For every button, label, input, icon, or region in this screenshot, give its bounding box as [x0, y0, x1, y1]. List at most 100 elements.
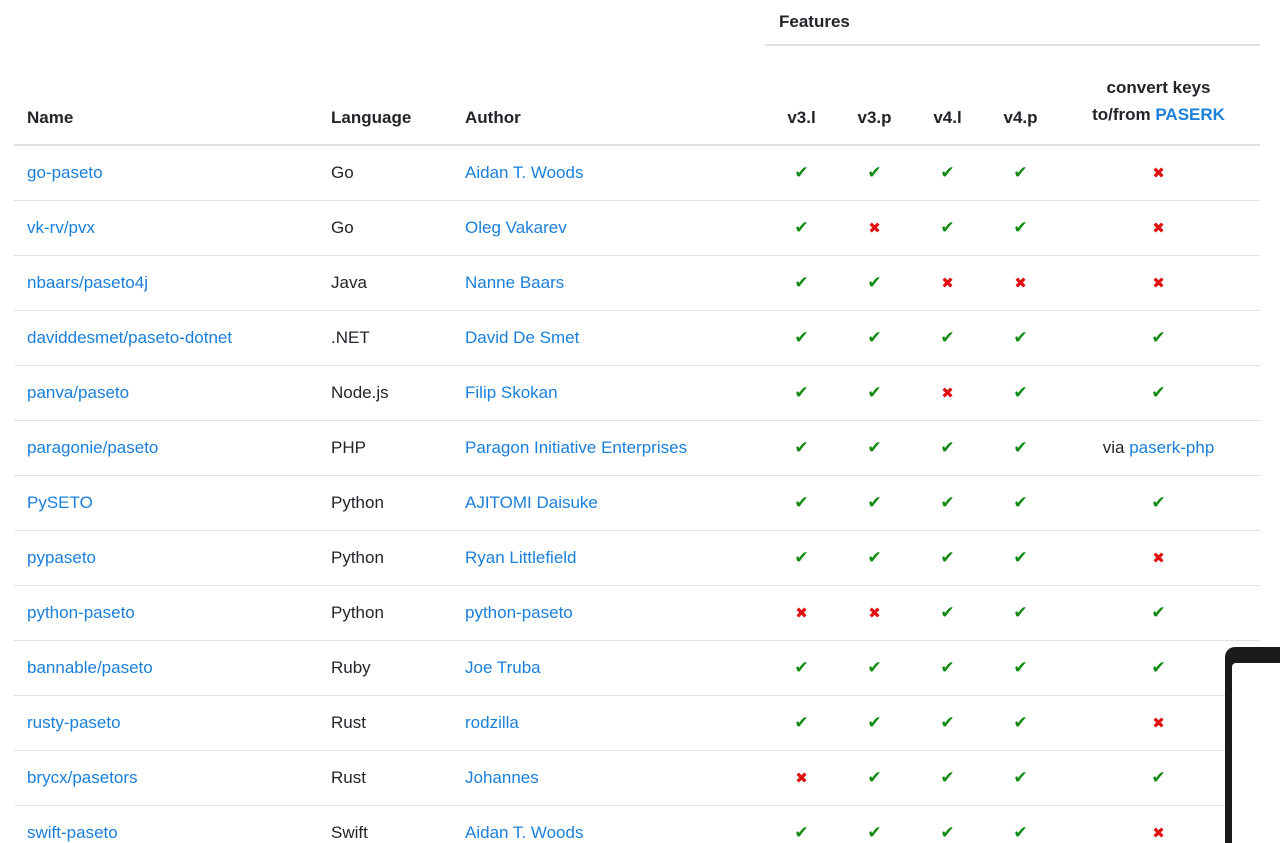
check-icon: ✔	[1151, 768, 1166, 787]
cell-name: nbaars/paseto4j	[14, 255, 318, 311]
cell-v4p: ✖	[984, 255, 1057, 311]
author-link[interactable]: Filip Skokan	[465, 383, 558, 402]
cell-language: Go	[318, 145, 452, 201]
cell-language: Node.js	[318, 365, 452, 421]
implementations-table: Features Name Language Author v3.l v3.p …	[14, 0, 1261, 843]
author-link[interactable]: Johannes	[465, 768, 539, 787]
author-link[interactable]: Aidan T. Woods	[465, 163, 583, 182]
author-link[interactable]: David De Smet	[465, 328, 579, 347]
cross-icon: ✖	[941, 275, 954, 292]
cell-v4l: ✔	[911, 530, 984, 586]
cell-v3l: ✔	[765, 145, 838, 201]
repo-link[interactable]: bannable/paseto	[27, 658, 153, 677]
author-link[interactable]: Paragon Initiative Enterprises	[465, 438, 687, 457]
cell-v3p: ✔	[838, 750, 911, 806]
cross-icon: ✖	[1152, 550, 1165, 567]
author-link[interactable]: Joe Truba	[465, 658, 541, 677]
cell-v3p: ✔	[838, 530, 911, 586]
cell-v4l: ✔	[911, 640, 984, 696]
check-icon: ✔	[794, 163, 809, 182]
cell-v4l: ✔	[911, 310, 984, 366]
check-icon: ✔	[940, 658, 955, 677]
check-icon: ✔	[867, 658, 882, 677]
cell-author: Joe Truba	[452, 640, 765, 696]
repo-link[interactable]: go-paseto	[27, 163, 103, 182]
check-icon: ✔	[1013, 603, 1028, 622]
table-body: go-paseto Go Aidan T. Woods ✔ ✔ ✔ ✔ ✖ vk-rv/pvx G…	[14, 145, 1261, 843]
cell-name: daviddesmet/paseto-dotnet	[14, 310, 318, 366]
cell-name: PySETO	[14, 475, 318, 531]
cell-author: Johannes	[452, 750, 765, 806]
author-link[interactable]: Aidan T. Woods	[465, 823, 583, 842]
features-group-header: Features	[765, 0, 1261, 46]
repo-link[interactable]: swift-paseto	[27, 823, 118, 842]
table-row: PySETO Python AJITOMI Daisuke ✔ ✔ ✔ ✔ ✔	[14, 475, 1261, 531]
repo-link[interactable]: PySETO	[27, 493, 93, 512]
table-row: bannable/paseto Ruby Joe Truba ✔ ✔ ✔ ✔ ✔	[14, 640, 1261, 696]
paserk-php-link[interactable]: paserk-php	[1129, 438, 1214, 457]
table-row: brycx/pasetors Rust Johannes ✖ ✔ ✔ ✔ ✔	[14, 750, 1261, 806]
cell-convert-keys: ✔	[1057, 365, 1261, 421]
cell-v3p: ✔	[838, 805, 911, 843]
repo-link[interactable]: panva/paseto	[27, 383, 129, 402]
repo-link[interactable]: pypaseto	[27, 548, 96, 567]
cell-name: go-paseto	[14, 145, 318, 201]
cell-name: vk-rv/pvx	[14, 200, 318, 256]
repo-link[interactable]: brycx/pasetors	[27, 768, 138, 787]
check-icon: ✔	[1151, 493, 1166, 512]
check-icon: ✔	[940, 163, 955, 182]
check-icon: ✔	[794, 823, 809, 842]
cell-v4l: ✔	[911, 200, 984, 256]
cell-author: Paragon Initiative Enterprises	[452, 420, 765, 476]
cell-v3l: ✔	[765, 805, 838, 843]
author-link[interactable]: Oleg Vakarev	[465, 218, 567, 237]
author-link[interactable]: rodzilla	[465, 713, 519, 732]
cell-language: Python	[318, 475, 452, 531]
cell-v3l: ✖	[765, 585, 838, 641]
repo-link[interactable]: python-paseto	[27, 603, 135, 622]
check-icon: ✔	[867, 328, 882, 347]
cell-v3p: ✔	[838, 695, 911, 751]
page: Features Name Language Author v3.l v3.p …	[0, 0, 1280, 843]
cross-icon: ✖	[1152, 825, 1165, 842]
repo-link[interactable]: rusty-paseto	[27, 713, 121, 732]
cell-v4l: ✖	[911, 365, 984, 421]
check-icon: ✔	[940, 603, 955, 622]
cell-convert-keys: ✖	[1057, 530, 1261, 586]
cell-convert-keys: ✔	[1057, 310, 1261, 366]
author-link[interactable]: Nanne Baars	[465, 273, 564, 292]
cell-language: Rust	[318, 695, 452, 751]
check-icon: ✔	[794, 218, 809, 237]
author-link[interactable]: python-paseto	[465, 603, 573, 622]
cell-language: Swift	[318, 805, 452, 843]
paserk-link[interactable]: PASERK	[1155, 105, 1225, 124]
repo-link[interactable]: daviddesmet/paseto-dotnet	[27, 328, 232, 347]
cell-convert-keys: via paserk-php	[1057, 420, 1261, 476]
author-link[interactable]: AJITOMI Daisuke	[465, 493, 598, 512]
cell-v4l: ✔	[911, 420, 984, 476]
header-row: Name Language Author v3.l v3.p v4.l v4.p…	[14, 45, 1261, 146]
cell-v3p: ✔	[838, 255, 911, 311]
check-icon: ✔	[867, 768, 882, 787]
cell-convert-keys: ✖	[1057, 200, 1261, 256]
device-screen-edge	[1232, 663, 1280, 843]
cross-icon: ✖	[1152, 275, 1165, 292]
check-icon: ✔	[867, 383, 882, 402]
repo-link[interactable]: vk-rv/pvx	[27, 218, 95, 237]
cell-language: Go	[318, 200, 452, 256]
cell-v4p: ✔	[984, 640, 1057, 696]
check-icon: ✔	[1151, 383, 1166, 402]
check-icon: ✔	[1013, 823, 1028, 842]
convert-via-prefix: via	[1102, 438, 1125, 457]
table-row: go-paseto Go Aidan T. Woods ✔ ✔ ✔ ✔ ✖	[14, 145, 1261, 201]
repo-link[interactable]: nbaars/paseto4j	[27, 273, 148, 292]
repo-link[interactable]: paragonie/paseto	[27, 438, 158, 457]
author-link[interactable]: Ryan Littlefield	[465, 548, 577, 567]
cell-v3l: ✔	[765, 365, 838, 421]
cell-v3p: ✔	[838, 475, 911, 531]
check-icon: ✔	[867, 823, 882, 842]
cell-v3l: ✔	[765, 200, 838, 256]
check-icon: ✔	[940, 493, 955, 512]
check-icon: ✔	[1013, 713, 1028, 732]
table-row: swift-paseto Swift Aidan T. Woods ✔ ✔ ✔ ✔ ✖	[14, 805, 1261, 843]
